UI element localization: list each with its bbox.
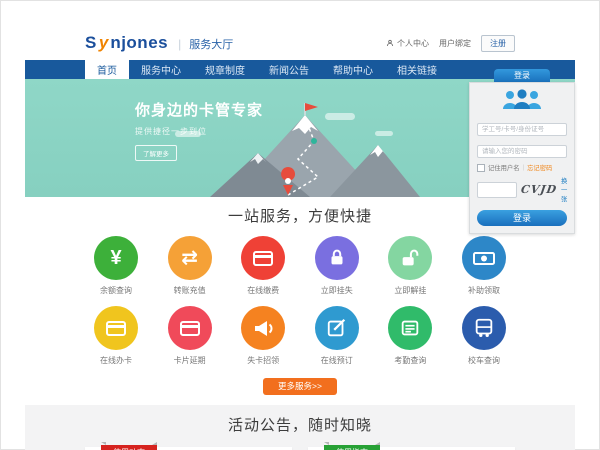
- password-input[interactable]: [477, 145, 567, 158]
- service-label: 校车查询: [453, 355, 515, 366]
- user-bind-label: 用户绑定: [439, 38, 471, 49]
- bank-card-icon: [178, 316, 202, 340]
- service-label: 考勤查询: [379, 355, 441, 366]
- logo-text-rest: njones: [110, 33, 168, 53]
- register-button[interactable]: 注册: [481, 35, 515, 52]
- nav-item-links[interactable]: 相关链接: [385, 60, 449, 79]
- logo-accent: y: [99, 33, 108, 53]
- login-button[interactable]: 登录: [477, 210, 567, 226]
- bank-card-icon: [251, 246, 275, 270]
- service-label: 在线预订: [306, 355, 368, 366]
- service-label: 失卡招领: [232, 355, 294, 366]
- service-label: 在线缴费: [232, 285, 294, 296]
- remember-label: 记住用户名: [488, 163, 519, 172]
- service-pay-online[interactable]: 在线缴费: [232, 236, 294, 296]
- remember-checkbox[interactable]: [477, 164, 485, 172]
- service-attendance[interactable]: 考勤查询: [379, 306, 441, 366]
- logo[interactable]: S y njones | 服务大厅: [85, 33, 233, 53]
- nav-item-help[interactable]: 帮助中心: [321, 60, 385, 79]
- service-label: 立即挂失: [306, 285, 368, 296]
- usage-guide-ribbon-tab[interactable]: 使用指南: [324, 445, 380, 450]
- more-services-button[interactable]: 更多服务>>: [263, 378, 337, 395]
- hero-cta-button[interactable]: 了解更多: [135, 145, 177, 161]
- list-icon: [399, 317, 421, 339]
- service-school-bus[interactable]: 校车查询: [453, 306, 515, 366]
- transfer-icon: ⇄: [181, 248, 198, 268]
- service-label: 补助领取: [453, 285, 515, 296]
- unlock-icon: [399, 247, 421, 269]
- bus-icon: [473, 317, 495, 339]
- service-card-extend[interactable]: 卡片延期: [159, 306, 221, 366]
- captcha-input[interactable]: [477, 182, 517, 198]
- forgot-password-link[interactable]: 忘记密码: [527, 163, 552, 172]
- service-balance[interactable]: ¥ 余额查询: [85, 236, 147, 296]
- hero-title: 你身边的卡管专家: [135, 99, 263, 120]
- service-report-loss[interactable]: 立即挂失: [306, 236, 368, 296]
- options-separator: |: [522, 164, 524, 171]
- lock-icon: [326, 247, 348, 269]
- bank-card-icon: [104, 316, 128, 340]
- nav-item-news[interactable]: 新闻公告: [257, 60, 321, 79]
- logo-text: S: [85, 33, 97, 53]
- service-booking[interactable]: 在线预订: [306, 306, 368, 366]
- logo-divider: |: [178, 37, 181, 51]
- announcements-title: 活动公告，随时知晓: [25, 414, 575, 435]
- login-tab[interactable]: 登录: [494, 69, 550, 82]
- services-row-2: 在线办卡 卡片延期 失卡招领: [85, 306, 515, 366]
- page: S y njones | 服务大厅 个人中心 用户绑定 注册: [25, 26, 575, 450]
- service-label: 立即解挂: [379, 285, 441, 296]
- header: S y njones | 服务大厅 个人中心 用户绑定 注册: [25, 26, 575, 60]
- service-lost-found[interactable]: 失卡招领: [232, 306, 294, 366]
- nav-item-rules[interactable]: 规章制度: [193, 60, 257, 79]
- service-label: 转账充值: [159, 285, 221, 296]
- personal-center-link[interactable]: 个人中心: [386, 38, 429, 49]
- captcha-refresh-link[interactable]: 换一张: [561, 176, 567, 203]
- service-apply-card[interactable]: 在线办卡: [85, 306, 147, 366]
- header-links: 个人中心 用户绑定 注册: [386, 35, 515, 52]
- service-subsidy[interactable]: 补助领取: [453, 236, 515, 296]
- personal-center-label: 个人中心: [397, 38, 429, 49]
- site-name: 服务大厅: [189, 36, 233, 52]
- service-label: 卡片延期: [159, 355, 221, 366]
- service-transfer[interactable]: ⇄ 转账充值: [159, 236, 221, 296]
- user-bind-link[interactable]: 用户绑定: [439, 38, 471, 49]
- hero-banner: 你身边的卡管专家 提供捷径一步到位 了解更多 登录: [25, 79, 575, 197]
- services-row-1: ¥ 余额查询 ⇄ 转账充值 在线缴费: [85, 236, 515, 296]
- hero-subtitle: 提供捷径一步到位: [135, 126, 263, 137]
- usage-news-ribbon-tab[interactable]: 使用动态: [101, 445, 157, 450]
- hero-text: 你身边的卡管专家 提供捷径一步到位 了解更多: [135, 99, 263, 161]
- service-unfreeze[interactable]: 立即解挂: [379, 236, 441, 296]
- announcements-section: 活动公告，随时知晓 使用动态 最新公告 更多>> 使用指南 更多>>: [25, 405, 575, 450]
- users-avatar-icon: [477, 89, 567, 114]
- megaphone-icon: [251, 316, 275, 340]
- nav-item-service-center[interactable]: 服务中心: [129, 60, 193, 79]
- yen-icon: ¥: [110, 248, 121, 268]
- captcha-image[interactable]: CVJD: [520, 183, 558, 196]
- service-label: 余额查询: [85, 285, 147, 296]
- edit-icon: [326, 317, 348, 339]
- nav-item-home[interactable]: 首页: [85, 60, 129, 79]
- user-icon: [386, 39, 394, 47]
- username-input[interactable]: [477, 123, 567, 136]
- service-label: 在线办卡: [85, 355, 147, 366]
- screenshot-frame: S y njones | 服务大厅 个人中心 用户绑定 注册: [0, 0, 600, 450]
- login-panel: 登录 记住用户名 | 忘记密码: [469, 69, 575, 234]
- banknote-icon: [472, 246, 496, 270]
